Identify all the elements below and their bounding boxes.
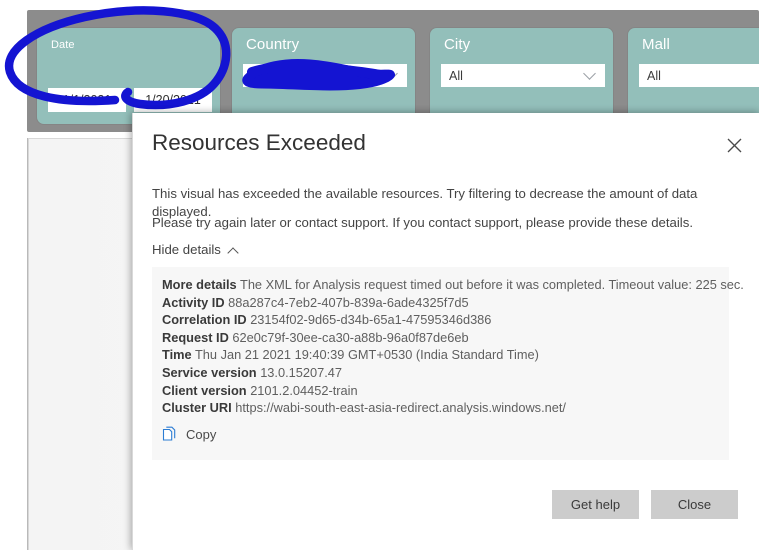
- dialog-title: Resources Exceeded: [152, 130, 366, 155]
- detail-row: Cluster URI https://wabi-south-east-asia…: [162, 399, 723, 417]
- slicer-date-title: Date: [51, 39, 75, 51]
- detail-key: Correlation ID: [162, 312, 247, 328]
- close-glyph: [727, 138, 741, 152]
- slicer-date[interactable]: Date 1/1/2021 1/20/2021: [37, 28, 220, 124]
- slicer-country-title: Country: [246, 36, 300, 53]
- copy-icon: [162, 426, 176, 441]
- detail-row: Time Thu Jan 21 2021 19:40:39 GMT+0530 (…: [162, 346, 723, 364]
- detail-value: 2101.2.04452-train: [250, 382, 358, 398]
- close-icon[interactable]: [722, 133, 746, 157]
- slicer-mall-title: Mall: [642, 36, 670, 53]
- detail-row: Service version 13.0.15207.47: [162, 364, 723, 382]
- detail-key: Cluster URI: [162, 400, 232, 416]
- detail-value: https://wabi-south-east-asia-redirect.an…: [235, 400, 566, 416]
- slicer-country[interactable]: Country: [232, 28, 415, 124]
- slicer-mall[interactable]: Mall All: [628, 28, 759, 124]
- canvas-left-gutter: [0, 138, 27, 550]
- slicer-city-value: All: [449, 68, 463, 83]
- toggle-details-label: Hide details: [152, 242, 221, 257]
- date-start-value: 1/1/2021: [62, 93, 112, 107]
- detail-value: The XML for Analysis request timed out b…: [240, 277, 744, 292]
- detail-key: Service version: [162, 365, 257, 380]
- detail-key: Time: [162, 347, 192, 363]
- chevron-down-icon: [387, 69, 398, 80]
- dialog-message-secondary: Please try again later or contact suppor…: [152, 215, 693, 230]
- close-button[interactable]: Close: [651, 490, 738, 519]
- detail-row: More details The XML for Analysis reques…: [162, 276, 744, 294]
- slicer-country-dropdown[interactable]: [243, 64, 407, 87]
- toggle-details-button[interactable]: Hide details: [152, 242, 239, 257]
- error-details-panel: More details The XML for Analysis reques…: [152, 267, 744, 460]
- chevron-down-icon: [585, 69, 596, 80]
- detail-value: Thu Jan 21 2021 19:40:39 GMT+0530 (India…: [194, 347, 539, 363]
- detail-row: Client version 2101.2.04452-train: [162, 382, 723, 400]
- detail-key: Activity ID: [162, 294, 225, 310]
- detail-value: 23154f02-9d65-d34b-65a1-47595346d386: [250, 312, 492, 328]
- detail-value: 88a287c4-7eb2-407b-839a-6ade4325f7d5: [228, 294, 469, 310]
- date-end-input[interactable]: 1/20/2021: [134, 88, 212, 112]
- detail-key: More details: [162, 277, 237, 292]
- copy-details-button[interactable]: Copy: [162, 424, 216, 444]
- date-start-input[interactable]: 1/1/2021: [48, 88, 126, 112]
- detail-key: Client version: [162, 382, 247, 398]
- slicer-mall-dropdown[interactable]: All: [639, 64, 759, 87]
- chevron-up-icon: [229, 247, 239, 257]
- slicer-city-dropdown[interactable]: All: [441, 64, 605, 87]
- slicer-city[interactable]: City All: [430, 28, 613, 124]
- get-help-button[interactable]: Get help: [552, 490, 639, 519]
- detail-value: 13.0.15207.47: [260, 365, 343, 380]
- slicer-mall-value: All: [647, 68, 661, 83]
- detail-value: 62e0c79f-30ee-ca30-a88b-96a0f87de6eb: [232, 329, 469, 345]
- copy-label: Copy: [186, 426, 217, 442]
- detail-row: Request ID 62e0c79f-30ee-ca30-a88b-96a0f…: [162, 329, 723, 347]
- detail-row: Correlation ID 23154f02-9d65-d34b-65a1-4…: [162, 311, 723, 329]
- date-end-value: 1/20/2021: [145, 93, 201, 107]
- detail-row: Activity ID 88a287c4-7eb2-407b-839a-6ade…: [162, 294, 723, 312]
- slicer-city-title: City: [444, 36, 471, 53]
- detail-key: Request ID: [162, 329, 229, 345]
- resources-exceeded-dialog: Resources Exceeded This visual has excee…: [132, 113, 759, 550]
